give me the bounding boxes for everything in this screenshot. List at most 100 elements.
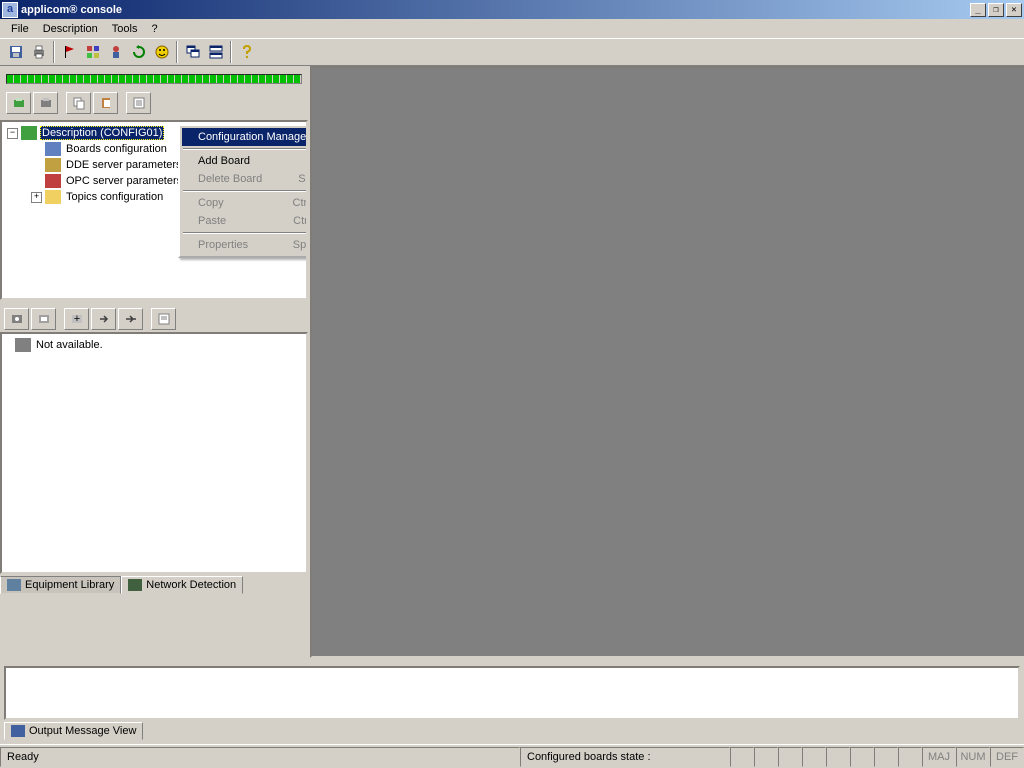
- lower-small-toolbar: +: [0, 304, 308, 332]
- lower-btn-1[interactable]: [4, 308, 29, 330]
- upper-panel: [0, 66, 308, 120]
- window-controls: _ ❐ ✕: [968, 3, 1024, 17]
- svg-text:+: +: [73, 313, 79, 325]
- app-icon: a: [2, 2, 18, 18]
- status-blank: [778, 747, 802, 767]
- menu-description[interactable]: Description: [36, 21, 105, 37]
- tree-item-label: Not available.: [34, 338, 105, 352]
- minimize-button[interactable]: _: [970, 3, 986, 17]
- lower-panel: + Not available. Equipment Library: [0, 304, 308, 594]
- ctx-separator: [183, 232, 308, 234]
- tab-equipment-library[interactable]: Equipment Library: [0, 576, 121, 594]
- toolbar-print-button[interactable]: [27, 41, 50, 63]
- tab-label: Network Detection: [146, 579, 236, 591]
- status-blank: [826, 747, 850, 767]
- network-detect-icon: [128, 579, 142, 591]
- menu-tools[interactable]: Tools: [105, 21, 145, 37]
- tab-output-message[interactable]: Output Message View: [4, 722, 143, 740]
- tab-network-detection[interactable]: Network Detection: [121, 576, 243, 594]
- status-ready: Ready: [0, 747, 520, 767]
- output-message-box[interactable]: [4, 666, 1020, 720]
- restore-button[interactable]: ❐: [988, 3, 1004, 17]
- ctx-shortcut: Supp: [298, 173, 308, 185]
- toolbar-smiley-button[interactable]: [150, 41, 173, 63]
- progress-bar: [6, 74, 302, 84]
- context-menu: Configuration Manager... Add Board Ins D…: [178, 124, 308, 258]
- main-area: − Description (CONFIG01) Boards configur…: [0, 66, 1024, 658]
- toolbar-tools-button[interactable]: [81, 41, 104, 63]
- status-def: DEF: [990, 747, 1024, 767]
- main-toolbar: [0, 38, 1024, 66]
- small-btn-properties[interactable]: [126, 92, 151, 114]
- folder-icon: [45, 190, 61, 204]
- library-icon: [7, 579, 21, 591]
- ctx-label: Properties: [198, 239, 248, 251]
- toolbar-refresh-button[interactable]: [127, 41, 150, 63]
- lower-btn-next[interactable]: [91, 308, 116, 330]
- dde-icon: [45, 158, 61, 172]
- tab-label: Equipment Library: [25, 579, 114, 591]
- network-tree[interactable]: Not available.: [0, 332, 308, 574]
- menu-help[interactable]: ?: [144, 21, 164, 37]
- left-panel: − Description (CONFIG01) Boards configur…: [0, 66, 310, 658]
- toolbar-cascade-button[interactable]: [181, 41, 204, 63]
- menu-bar: File Description Tools ?: [0, 19, 1024, 38]
- small-btn-paste[interactable]: [93, 92, 118, 114]
- ctx-shortcut: Ctrl+V: [293, 215, 308, 227]
- toolbar-tilehorz-button[interactable]: [204, 41, 227, 63]
- lower-btn-insert[interactable]: +: [64, 308, 89, 330]
- ctx-config-manager[interactable]: Configuration Manager...: [182, 128, 308, 146]
- ctx-separator: [183, 148, 308, 150]
- tree-root-label: Description (CONFIG01): [40, 126, 164, 140]
- ctx-paste: Paste Ctrl+V: [182, 212, 308, 230]
- ctx-label: Delete Board: [198, 173, 262, 185]
- config-icon: [21, 126, 37, 140]
- ctx-label: Copy: [198, 197, 224, 209]
- status-blank: [874, 747, 898, 767]
- toolbar-help-button[interactable]: [235, 41, 258, 63]
- status-boards-state: Configured boards state :: [520, 747, 730, 767]
- tree-not-available[interactable]: Not available.: [5, 337, 303, 353]
- ctx-separator: [183, 190, 308, 192]
- status-blank: [730, 747, 754, 767]
- ctx-copy: Copy Ctrl+C: [182, 194, 308, 212]
- board-icon: [45, 142, 61, 156]
- lower-tabs: Equipment Library Network Detection: [0, 576, 308, 594]
- output-icon: [11, 725, 25, 737]
- small-btn-1[interactable]: [6, 92, 31, 114]
- small-btn-copy[interactable]: [66, 92, 91, 114]
- ctx-delete-board: Delete Board Supp: [182, 170, 308, 188]
- status-blank: [754, 747, 778, 767]
- tree-item-label: Boards configuration: [64, 142, 169, 156]
- title-bar: a applicom® console _ ❐ ✕: [0, 0, 1024, 19]
- collapse-icon[interactable]: −: [7, 128, 18, 139]
- upper-small-toolbar: [4, 90, 304, 116]
- lower-btn-props[interactable]: [151, 308, 176, 330]
- lower-btn-2[interactable]: [31, 308, 56, 330]
- toolbar-separator: [176, 41, 178, 63]
- menu-file[interactable]: File: [4, 21, 36, 37]
- ctx-properties: Properties Space: [182, 236, 308, 254]
- ctx-label: Paste: [198, 215, 226, 227]
- expand-icon[interactable]: +: [31, 192, 42, 203]
- status-num: NUM: [956, 747, 990, 767]
- config-tree[interactable]: − Description (CONFIG01) Boards configur…: [0, 120, 308, 300]
- ctx-add-board[interactable]: Add Board Ins: [182, 152, 308, 170]
- ctx-shortcut: Ctrl+C: [293, 197, 308, 209]
- close-button[interactable]: ✕: [1006, 3, 1022, 17]
- toolbar-save-button[interactable]: [4, 41, 27, 63]
- status-blank: [802, 747, 826, 767]
- tab-label: Output Message View: [29, 725, 136, 737]
- window-title: applicom® console: [21, 4, 968, 16]
- lower-btn-next2[interactable]: [118, 308, 143, 330]
- output-area: Output Message View: [0, 658, 1024, 744]
- toolbar-flag-button[interactable]: [58, 41, 81, 63]
- ctx-label: Configuration Manager...: [198, 131, 308, 143]
- mdi-workspace: [310, 66, 1024, 658]
- toolbar-config-button[interactable]: [104, 41, 127, 63]
- opc-icon: [45, 174, 61, 188]
- small-btn-2[interactable]: [33, 92, 58, 114]
- status-maj: MAJ: [922, 747, 956, 767]
- ctx-label: Add Board: [198, 155, 250, 167]
- tree-item-label: OPC server parameters: [64, 174, 184, 188]
